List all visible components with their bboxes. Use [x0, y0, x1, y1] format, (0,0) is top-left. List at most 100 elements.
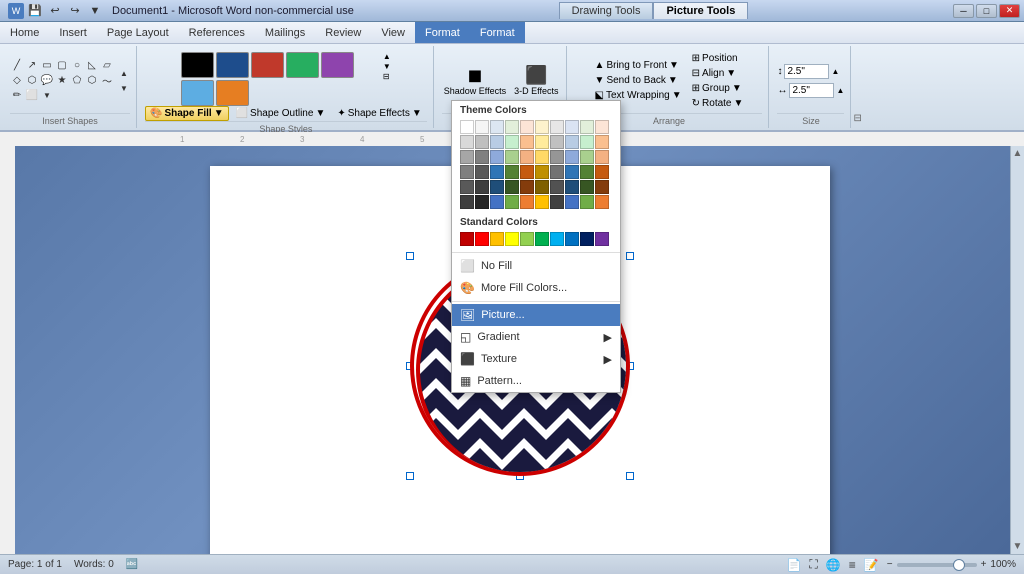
- menu-review[interactable]: Review: [315, 22, 371, 43]
- view-fullscreen-btn[interactable]: ⛶: [809, 557, 817, 572]
- rotate-btn[interactable]: ↻ Rotate ▼: [689, 97, 747, 110]
- expand-shapes-btn[interactable]: ▲: [118, 66, 130, 80]
- theme-color-cell[interactable]: [490, 195, 504, 209]
- scroll-up-btn[interactable]: ▲: [1011, 146, 1024, 161]
- shape-oval[interactable]: ○: [70, 59, 84, 73]
- minimize-btn[interactable]: ─: [953, 4, 974, 18]
- theme-color-cell[interactable]: [550, 150, 564, 164]
- theme-color-cell[interactable]: [565, 150, 579, 164]
- standard-color-cell[interactable]: [460, 232, 474, 246]
- no-fill-option[interactable]: ⬜ No Fill: [452, 255, 620, 277]
- height-input[interactable]: [784, 64, 829, 79]
- send-to-back-btn[interactable]: ▼ Send to Back ▼: [592, 74, 685, 87]
- redo-quickbtn[interactable]: ↪: [66, 2, 84, 20]
- shape-effects-btn[interactable]: ✦ Shape Effects ▼: [332, 106, 426, 121]
- theme-color-cell[interactable]: [565, 195, 579, 209]
- theme-color-cell[interactable]: [475, 135, 489, 149]
- theme-color-cell[interactable]: [580, 135, 594, 149]
- theme-color-cell[interactable]: [565, 120, 579, 134]
- theme-color-cell[interactable]: [535, 180, 549, 194]
- styles-scroll-down[interactable]: ▼: [383, 62, 391, 71]
- styles-expand[interactable]: ⊟: [383, 72, 391, 81]
- shapes-scroll-down[interactable]: ▼: [118, 81, 130, 95]
- theme-color-cell[interactable]: [460, 195, 474, 209]
- style-swatch-blue[interactable]: [216, 52, 249, 78]
- bring-to-front-btn[interactable]: ▲ Bring to Front ▼: [592, 59, 685, 72]
- shape-pentagon[interactable]: ⬠: [70, 74, 84, 88]
- style-swatch-purple[interactable]: [321, 52, 354, 78]
- theme-color-cell[interactable]: [595, 180, 609, 194]
- standard-color-cell[interactable]: [520, 232, 534, 246]
- theme-color-cell[interactable]: [520, 180, 534, 194]
- theme-color-cell[interactable]: [580, 120, 594, 134]
- style-swatch-black[interactable]: [181, 52, 214, 78]
- theme-color-cell[interactable]: [580, 180, 594, 194]
- menu-pagelayout[interactable]: Page Layout: [97, 22, 179, 43]
- shape-rounded[interactable]: ▢: [55, 59, 69, 73]
- theme-color-cell[interactable]: [460, 120, 474, 134]
- position-btn[interactable]: ⊞ Position: [689, 52, 747, 65]
- view-outline-btn[interactable]: ≡: [849, 558, 856, 572]
- theme-color-cell[interactable]: [460, 135, 474, 149]
- theme-color-cell[interactable]: [595, 195, 609, 209]
- save-quickbtn[interactable]: 💾: [26, 2, 44, 20]
- drawing-tools-tab[interactable]: Drawing Tools: [559, 2, 654, 19]
- shape-parallelogram[interactable]: ▱: [100, 59, 114, 73]
- shape-outline-btn[interactable]: ⬜ Shape Outline ▼: [231, 106, 331, 121]
- theme-color-cell[interactable]: [595, 150, 609, 164]
- standard-color-cell[interactable]: [565, 232, 579, 246]
- theme-color-cell[interactable]: [550, 195, 564, 209]
- group-btn[interactable]: ⊞ Group ▼: [689, 82, 747, 95]
- scrollbar-right[interactable]: ▲ ▼: [1010, 146, 1024, 554]
- theme-color-cell[interactable]: [580, 150, 594, 164]
- shape-callout[interactable]: 💬: [40, 74, 54, 88]
- pattern-option[interactable]: ▦ Pattern...: [452, 370, 620, 392]
- theme-color-cell[interactable]: [550, 180, 564, 194]
- shape-freeform[interactable]: ✏: [10, 89, 24, 103]
- more-fill-colors-option[interactable]: 🎨 More Fill Colors...: [452, 277, 620, 299]
- handle-topleft[interactable]: [406, 252, 414, 260]
- theme-color-cell[interactable]: [520, 135, 534, 149]
- ribbon-expand-btn[interactable]: ⊟: [853, 46, 861, 128]
- theme-color-cell[interactable]: [595, 135, 609, 149]
- shape-diamond[interactable]: ◇: [10, 74, 24, 88]
- view-draft-btn[interactable]: 📝: [864, 558, 879, 572]
- theme-color-cell[interactable]: [595, 120, 609, 134]
- theme-color-cell[interactable]: [490, 150, 504, 164]
- theme-color-cell[interactable]: [550, 135, 564, 149]
- theme-color-cell[interactable]: [475, 165, 489, 179]
- align-btn[interactable]: ⊟ Align ▼: [689, 67, 747, 80]
- standard-color-cell[interactable]: [535, 232, 549, 246]
- shape-line[interactable]: ╱: [10, 59, 24, 73]
- theme-color-cell[interactable]: [490, 180, 504, 194]
- theme-color-cell[interactable]: [565, 180, 579, 194]
- maximize-btn[interactable]: □: [976, 4, 997, 18]
- menu-format1[interactable]: Format: [415, 22, 470, 43]
- styles-scroll-up[interactable]: ▲: [383, 52, 391, 61]
- width-spinner-up[interactable]: ▲: [836, 86, 844, 95]
- customize-quickbtn[interactable]: ▼: [86, 2, 104, 20]
- theme-color-cell[interactable]: [535, 135, 549, 149]
- theme-color-cell[interactable]: [550, 120, 564, 134]
- texture-option[interactable]: ⬛ Texture ▶: [452, 348, 620, 370]
- handle-bottomleft[interactable]: [406, 472, 414, 480]
- theme-color-cell[interactable]: [535, 120, 549, 134]
- shape-star[interactable]: ★: [55, 74, 69, 88]
- theme-color-cell[interactable]: [520, 195, 534, 209]
- theme-color-cell[interactable]: [475, 120, 489, 134]
- zoom-in-btn[interactable]: +: [981, 559, 987, 570]
- menu-insert[interactable]: Insert: [49, 22, 97, 43]
- theme-color-cell[interactable]: [535, 195, 549, 209]
- theme-color-cell[interactable]: [550, 165, 564, 179]
- style-swatch-red[interactable]: [251, 52, 284, 78]
- undo-quickbtn[interactable]: ↩: [46, 2, 64, 20]
- shape-arrow[interactable]: ↗: [25, 59, 39, 73]
- theme-color-cell[interactable]: [505, 165, 519, 179]
- handle-topright[interactable]: [626, 252, 634, 260]
- picture-tools-tab[interactable]: Picture Tools: [653, 2, 748, 19]
- theme-color-cell[interactable]: [505, 150, 519, 164]
- theme-color-cell[interactable]: [460, 165, 474, 179]
- 3d-effects-btn[interactable]: ⬛ 3-D Effects: [512, 63, 560, 98]
- height-spinner-up[interactable]: ▲: [831, 67, 839, 76]
- standard-color-cell[interactable]: [595, 232, 609, 246]
